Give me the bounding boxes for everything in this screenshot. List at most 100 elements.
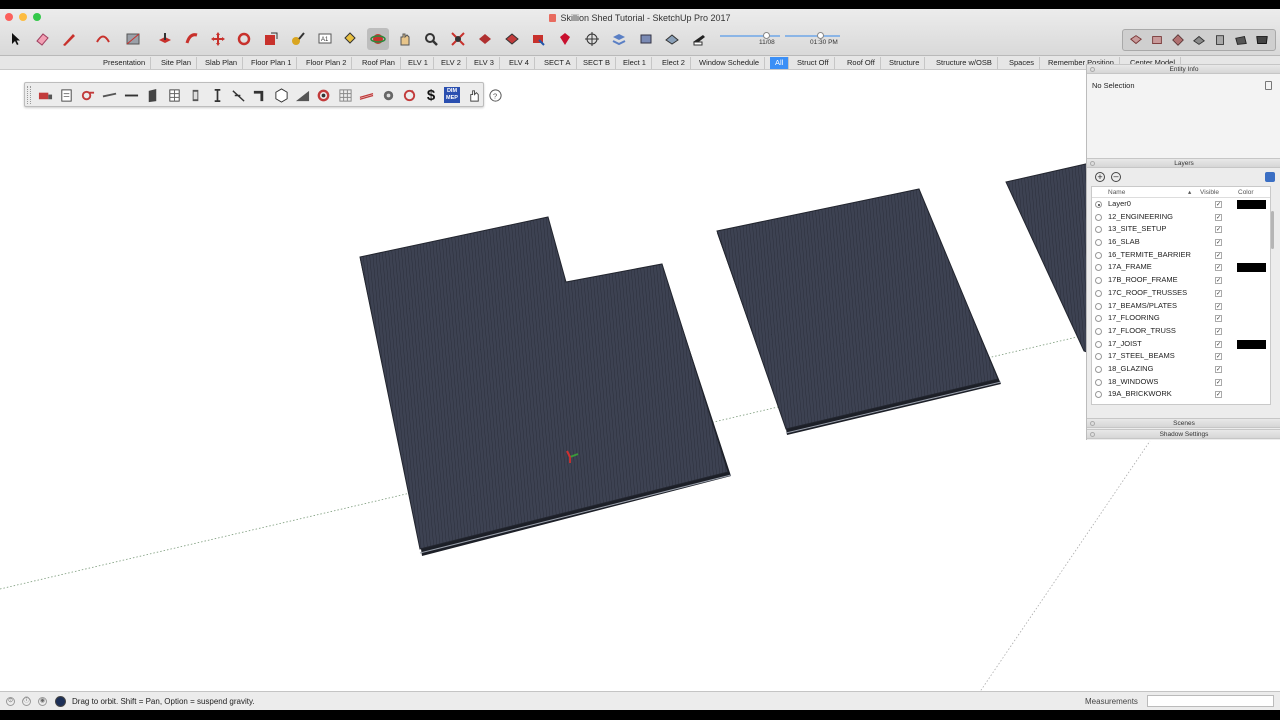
shadow-time-slider[interactable] — [785, 35, 840, 37]
roof-icon[interactable] — [293, 86, 311, 104]
active-layer-radio[interactable] — [1095, 340, 1102, 348]
scene-tab[interactable]: SECT A — [539, 57, 577, 69]
scenes-header[interactable]: Scenes — [1087, 418, 1280, 428]
entity-info-header[interactable]: Entity Info — [1087, 64, 1280, 74]
layer-visible-checkbox[interactable]: ✓ — [1215, 391, 1222, 399]
layer-color-swatch[interactable] — [1237, 339, 1266, 349]
stair-icon[interactable] — [208, 86, 226, 104]
layer-visible-checkbox[interactable]: ✓ — [1215, 239, 1222, 247]
text-icon[interactable]: A1 — [314, 28, 336, 50]
layer-color-swatch[interactable] — [1237, 403, 1266, 404]
dollar-icon[interactable]: $ — [422, 86, 440, 104]
bottom-view-icon[interactable] — [1252, 31, 1272, 49]
layer-visible-checkbox[interactable]: ✓ — [1215, 289, 1222, 297]
hand-icon[interactable] — [465, 86, 483, 104]
layer-row[interactable]: 17B_ROOF_FRAME ✓ — [1092, 274, 1270, 287]
layer-name[interactable]: 17_BEAMS/PLATES — [1108, 300, 1200, 313]
beam-icon[interactable] — [100, 86, 118, 104]
refresh-icon[interactable] — [400, 86, 418, 104]
active-layer-radio[interactable] — [1095, 365, 1102, 373]
layer-name[interactable]: 19B_BRICK_HARDWA — [1108, 401, 1200, 404]
wall-icon[interactable] — [78, 86, 96, 104]
layer-visible-checkbox[interactable]: ✓ — [1215, 277, 1222, 285]
move-icon[interactable] — [207, 28, 229, 50]
layer-color-swatch[interactable] — [1237, 365, 1266, 374]
roof-panel-3[interactable] — [1005, 162, 1091, 354]
layer-color-swatch[interactable] — [1237, 238, 1266, 247]
paint-bucket-icon[interactable] — [339, 28, 361, 50]
active-layer-radio[interactable] — [1095, 302, 1102, 310]
layer-color-swatch[interactable] — [1237, 390, 1266, 399]
active-layer-radio[interactable] — [1095, 277, 1102, 285]
layer-row[interactable]: 16_TERMITE_BARRIER ✓ — [1092, 249, 1270, 262]
layer-name[interactable]: 16_SLAB — [1108, 236, 1200, 249]
add-layer-icon[interactable]: + — [1095, 172, 1105, 182]
zoom-icon[interactable] — [420, 28, 442, 50]
iso-view-icon[interactable] — [1126, 31, 1146, 49]
layer-visible-checkbox[interactable]: ✓ — [1215, 365, 1222, 373]
layer-color-swatch[interactable] — [1237, 327, 1266, 336]
layer-visible-checkbox[interactable]: ✓ — [1215, 226, 1222, 234]
layer-color-swatch[interactable] — [1237, 378, 1266, 387]
active-layer-radio[interactable] — [1095, 391, 1102, 399]
color-column-header[interactable]: Color — [1238, 187, 1254, 198]
layer-color-swatch[interactable] — [1237, 302, 1266, 311]
layer-name[interactable]: 18_GLAZING — [1108, 363, 1200, 376]
layer-row[interactable]: 17_FLOORING ✓ — [1092, 312, 1270, 325]
layer-row[interactable]: 16_SLAB ✓ — [1092, 236, 1270, 249]
extension-icon[interactable] — [501, 28, 523, 50]
user-icon[interactable]: ◉ — [38, 697, 47, 706]
layer-name[interactable]: 17_STEEL_BEAMS — [1108, 350, 1200, 363]
select-tool-icon[interactable] — [4, 28, 26, 50]
doc-icon[interactable] — [57, 86, 75, 104]
layer-name[interactable]: 17_FLOOR_TRUSS — [1108, 325, 1200, 338]
layer-name[interactable]: 12_ENGINEERING — [1108, 211, 1200, 224]
layer-row[interactable]: Layer0 ✓ — [1092, 198, 1270, 211]
scene-tab[interactable]: Roof Off — [842, 57, 881, 69]
roof-panel-1[interactable] — [359, 216, 729, 550]
active-layer-radio[interactable] — [1095, 201, 1102, 208]
remove-layer-icon[interactable]: – — [1111, 172, 1121, 182]
window-icon[interactable] — [143, 86, 161, 104]
section-icon[interactable] — [635, 28, 657, 50]
styles-icon[interactable] — [688, 28, 710, 50]
layer-visible-checkbox[interactable]: ✓ — [1215, 213, 1222, 221]
instructor-icon[interactable] — [55, 696, 66, 707]
layer-visible-checkbox[interactable]: ✓ — [1215, 302, 1222, 310]
scene-tab[interactable]: Structure w/OSB — [931, 57, 998, 69]
scene-tab[interactable]: SECT B — [578, 57, 616, 69]
follow-me-icon[interactable] — [181, 28, 203, 50]
layer-visible-checkbox[interactable]: ✓ — [1215, 378, 1222, 386]
active-layer-radio[interactable] — [1095, 378, 1102, 386]
pencil-line-icon[interactable] — [58, 28, 80, 50]
active-layer-radio[interactable] — [1095, 264, 1102, 272]
toolbar-grip-handle[interactable] — [27, 86, 31, 104]
active-layer-radio[interactable] — [1095, 226, 1102, 234]
layer-color-swatch[interactable] — [1237, 213, 1266, 222]
layer-color-swatch[interactable] — [1237, 314, 1266, 323]
layer-visible-checkbox[interactable]: ✓ — [1215, 404, 1222, 405]
layers-icon[interactable] — [608, 28, 630, 50]
layer-row[interactable]: 17_JOIST ✓ — [1092, 338, 1270, 351]
crosshair-icon[interactable] — [581, 28, 603, 50]
hex-icon[interactable] — [272, 86, 290, 104]
layer-visible-checkbox[interactable]: ✓ — [1215, 353, 1222, 361]
shadow-date-handle[interactable] — [763, 32, 770, 39]
scene-tab[interactable]: Spaces — [1004, 57, 1041, 69]
layer-name[interactable]: 17B_ROOF_FRAME — [1108, 274, 1200, 287]
name-column-header[interactable]: Name — [1108, 187, 1125, 198]
help-icon[interactable]: ? — [486, 86, 504, 104]
layer-name[interactable]: Layer0 — [1108, 198, 1200, 211]
left-view-icon[interactable] — [1231, 31, 1251, 49]
layer-color-swatch[interactable] — [1237, 263, 1266, 273]
scene-tab[interactable]: Floor Plan 2 — [301, 57, 353, 69]
component-icon[interactable] — [527, 28, 549, 50]
layer-row[interactable]: 18_WINDOWS ✓ — [1092, 376, 1270, 389]
active-layer-radio[interactable] — [1095, 315, 1102, 323]
pin-icon[interactable] — [1265, 81, 1272, 90]
arc-icon[interactable] — [92, 28, 114, 50]
scene-tab[interactable]: All — [770, 57, 790, 69]
layer-color-swatch[interactable] — [1237, 352, 1266, 361]
rafter-icon[interactable] — [357, 86, 375, 104]
eraser-icon[interactable] — [31, 28, 53, 50]
